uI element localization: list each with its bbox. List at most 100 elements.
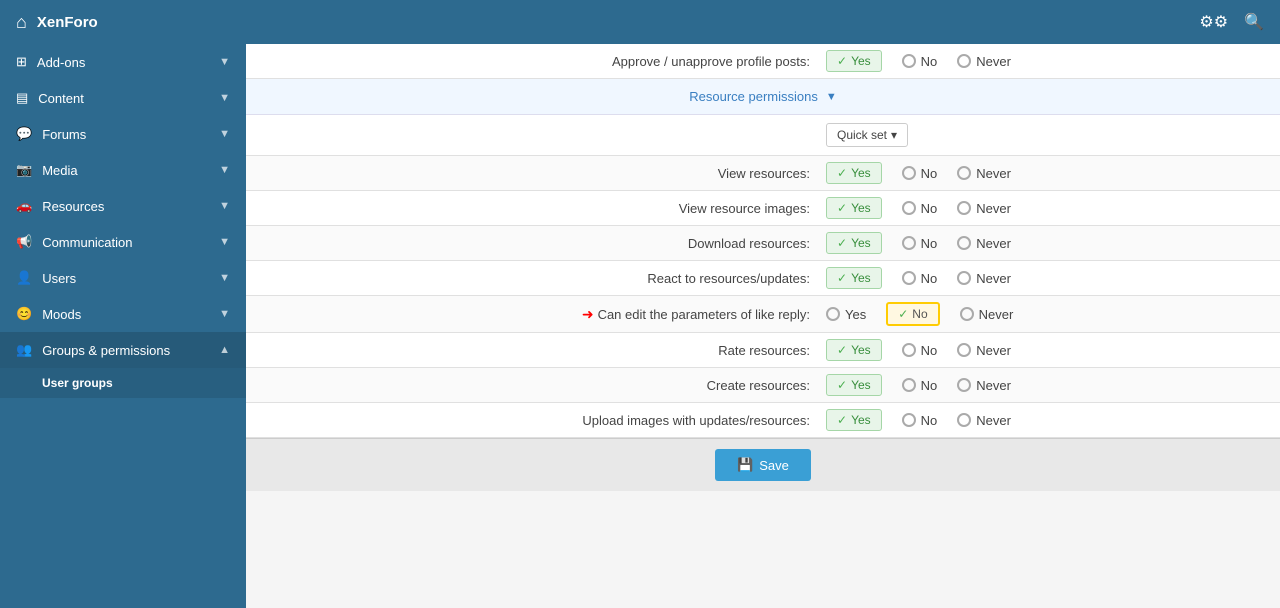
sidebar-item-groups-permissions[interactable]: 👥 Groups & permissions ▲ xyxy=(0,332,246,368)
chevron-communication-icon: ▼ xyxy=(219,236,230,248)
sidebar-item-users[interactable]: 👤 Users ▼ xyxy=(0,260,246,296)
download-resources-no-radio[interactable]: No xyxy=(902,236,938,251)
sidebar-label-add-ons: Add-ons xyxy=(37,55,85,70)
sidebar-sub-groups: User groups xyxy=(0,368,246,398)
sidebar-label-forums: Forums xyxy=(42,127,86,142)
react-resources-no-radio[interactable]: No xyxy=(902,271,938,286)
permissions-table: Approve / unapprove profile posts: ✓ Yes… xyxy=(246,44,1280,491)
communication-icon: 📢 xyxy=(16,234,32,250)
quick-set-dropdown-icon: ▾ xyxy=(891,128,897,142)
rate-resources-no-radio[interactable]: No xyxy=(902,343,938,358)
sidebar-label-users: Users xyxy=(42,271,76,286)
upload-images-never-radio[interactable]: Never xyxy=(957,413,1011,428)
table-row-rate-resources: Rate resources: ✓ Yes No Never xyxy=(246,333,1280,368)
edit-like-reply-yes-radio[interactable]: Yes xyxy=(826,307,866,322)
edit-like-reply-no-btn[interactable]: ✓ No xyxy=(886,302,939,326)
view-resource-images-label: View resource images: xyxy=(246,191,826,226)
chevron-moods-icon: ▼ xyxy=(219,308,230,320)
content-icon: ▤ xyxy=(16,90,28,106)
topbar-icons: ⚙⚙ 🔍 xyxy=(1199,12,1264,32)
chevron-users-icon: ▼ xyxy=(219,272,230,284)
sidebar-item-add-ons[interactable]: ⊞ Add-ons ▼ xyxy=(0,44,246,80)
view-resource-images-yes-btn[interactable]: ✓ Yes xyxy=(826,197,882,219)
download-resources-yes-btn[interactable]: ✓ Yes xyxy=(826,232,882,254)
download-resources-label: Download resources: xyxy=(246,226,826,261)
save-row: 💾 Save xyxy=(246,438,1280,492)
approve-yes-btn[interactable]: ✓ Yes xyxy=(826,50,882,72)
create-resources-label: Create resources: xyxy=(246,368,826,403)
sidebar-sub-item-user-groups[interactable]: User groups xyxy=(0,368,246,398)
groups-icon: 👥 xyxy=(16,342,32,358)
resource-permissions-label: Resource permissions xyxy=(689,89,818,104)
upload-images-no-radio[interactable]: No xyxy=(902,413,938,428)
edit-like-reply-label: Can edit the parameters of like reply: xyxy=(598,307,810,322)
approve-no-radio[interactable]: No xyxy=(902,54,938,69)
view-resources-never-radio[interactable]: Never xyxy=(957,166,1011,181)
table-row-view-resources: View resources: ✓ Yes No Never xyxy=(246,156,1280,191)
save-icon: 💾 xyxy=(737,457,753,473)
sidebar-label-media: Media xyxy=(42,163,77,178)
media-icon: 📷 xyxy=(16,162,32,178)
users-icon: 👤 xyxy=(16,270,32,286)
save-label: Save xyxy=(759,458,789,473)
chevron-resources-icon: ▼ xyxy=(219,200,230,212)
resources-icon: 🚗 xyxy=(16,198,32,214)
create-resources-yes-btn[interactable]: ✓ Yes xyxy=(826,374,882,396)
sidebar-item-communication[interactable]: 📢 Communication ▼ xyxy=(0,224,246,260)
resource-permissions-header[interactable]: Resource permissions ▼ xyxy=(246,79,1280,115)
table-row-view-resource-images: View resource images: ✓ Yes No Never xyxy=(246,191,1280,226)
table-row-upload-images: Upload images with updates/resources: ✓ … xyxy=(246,403,1280,438)
forums-icon: 💬 xyxy=(16,126,32,142)
table-row-download-resources: Download resources: ✓ Yes No Never xyxy=(246,226,1280,261)
rate-resources-yes-btn[interactable]: ✓ Yes xyxy=(826,339,882,361)
view-resources-yes-btn[interactable]: ✓ Yes xyxy=(826,162,882,184)
upload-images-label: Upload images with updates/resources: xyxy=(246,403,826,438)
settings-icon[interactable]: ⚙⚙ xyxy=(1199,12,1228,32)
moods-icon: 😊 xyxy=(16,306,32,322)
sidebar-item-resources[interactable]: 🚗 Resources ▼ xyxy=(0,188,246,224)
sidebar-item-moods[interactable]: 😊 Moods ▼ xyxy=(0,296,246,332)
layout: ⊞ Add-ons ▼ ▤ Content ▼ 💬 Forums ▼ 📷 xyxy=(0,44,1280,608)
rate-resources-label: Rate resources: xyxy=(246,333,826,368)
download-resources-never-radio[interactable]: Never xyxy=(957,236,1011,251)
edit-like-reply-never-radio[interactable]: Never xyxy=(960,307,1014,322)
home-icon[interactable]: ⌂ xyxy=(16,12,27,33)
sidebar: ⊞ Add-ons ▼ ▤ Content ▼ 💬 Forums ▼ 📷 xyxy=(0,44,246,608)
table-row-edit-like-reply: ➜ Can edit the parameters of like reply:… xyxy=(246,296,1280,333)
view-resources-label: View resources: xyxy=(246,156,826,191)
view-resource-images-no-radio[interactable]: No xyxy=(902,201,938,216)
react-resources-never-radio[interactable]: Never xyxy=(957,271,1011,286)
topbar-left: ⌂ XenForo xyxy=(16,12,98,33)
create-resources-no-radio[interactable]: No xyxy=(902,378,938,393)
chevron-add-ons-icon: ▼ xyxy=(219,56,230,68)
save-button[interactable]: 💾 Save xyxy=(715,449,811,481)
sidebar-label-resources: Resources xyxy=(42,199,104,214)
sidebar-label-content: Content xyxy=(38,91,84,106)
sidebar-label-groups: Groups & permissions xyxy=(42,343,170,358)
quick-set-button[interactable]: Quick set ▾ xyxy=(826,123,908,147)
approve-label: Approve / unapprove profile posts: xyxy=(246,44,826,79)
sidebar-item-forums[interactable]: 💬 Forums ▼ xyxy=(0,116,246,152)
view-resources-no-radio[interactable]: No xyxy=(902,166,938,181)
topbar: ⌂ XenForo ⚙⚙ 🔍 xyxy=(0,0,1280,44)
quick-set-row: Quick set ▾ xyxy=(246,115,1280,156)
view-resource-images-never-radio[interactable]: Never xyxy=(957,201,1011,216)
add-ons-icon: ⊞ xyxy=(16,54,27,70)
table-row-react-resources: React to resources/updates: ✓ Yes No Nev… xyxy=(246,261,1280,296)
upload-images-yes-btn[interactable]: ✓ Yes xyxy=(826,409,882,431)
collapse-icon: ▼ xyxy=(826,91,837,103)
create-resources-never-radio[interactable]: Never xyxy=(957,378,1011,393)
search-icon[interactable]: 🔍 xyxy=(1244,12,1264,32)
approve-never-radio[interactable]: Never xyxy=(957,54,1011,69)
brand-name: XenForo xyxy=(37,14,98,31)
react-resources-yes-btn[interactable]: ✓ Yes xyxy=(826,267,882,289)
rate-resources-never-radio[interactable]: Never xyxy=(957,343,1011,358)
main-content: Approve / unapprove profile posts: ✓ Yes… xyxy=(246,44,1280,608)
sidebar-label-moods: Moods xyxy=(42,307,81,322)
sidebar-item-media[interactable]: 📷 Media ▼ xyxy=(0,152,246,188)
chevron-media-icon: ▼ xyxy=(219,164,230,176)
chevron-content-icon: ▼ xyxy=(219,92,230,104)
sidebar-item-content[interactable]: ▤ Content ▼ xyxy=(0,80,246,116)
arrow-indicator-icon: ➜ xyxy=(582,306,594,323)
chevron-groups-icon: ▲ xyxy=(219,344,230,356)
